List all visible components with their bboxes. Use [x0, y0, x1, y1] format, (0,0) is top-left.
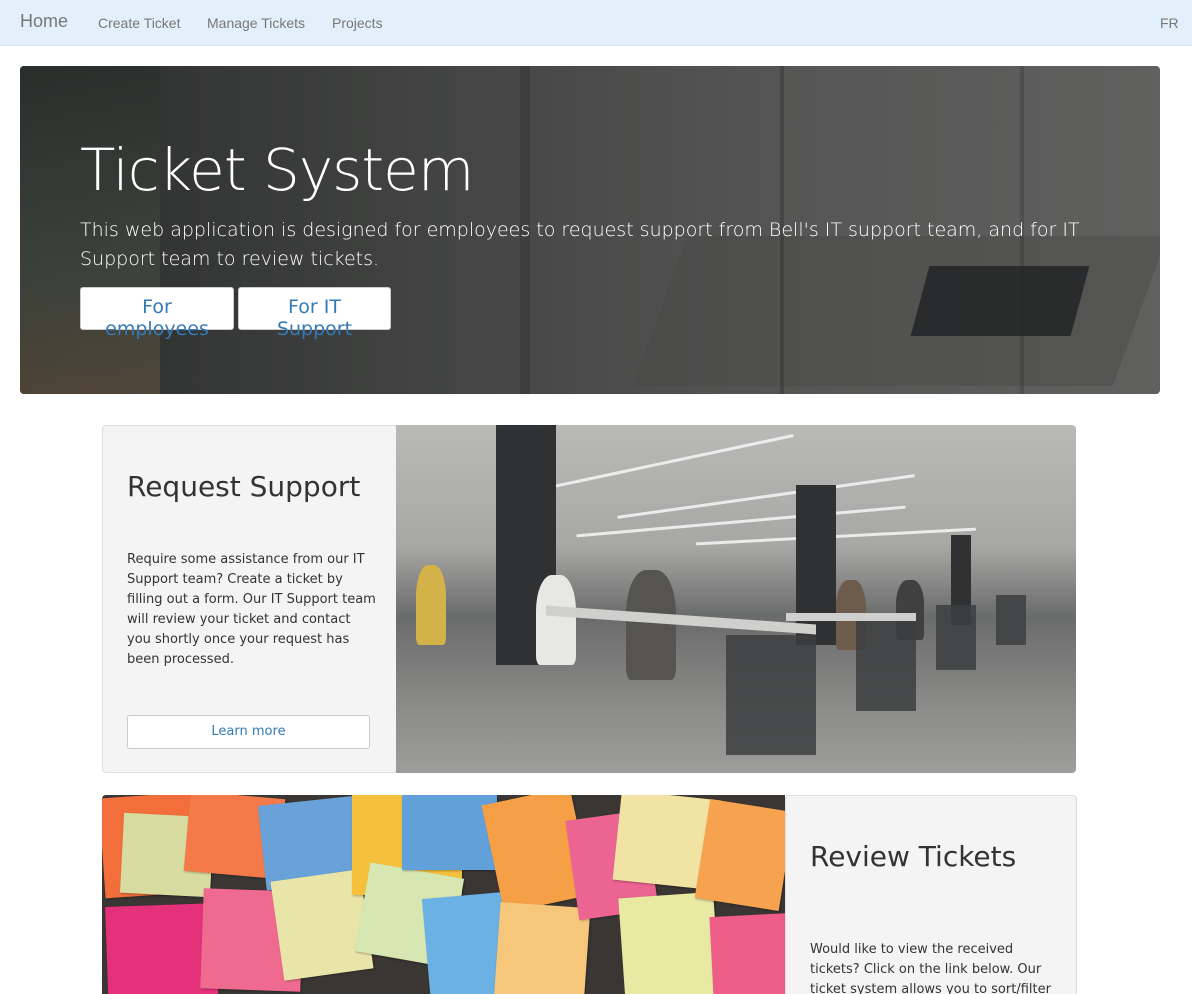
card-title: Request Support — [127, 470, 361, 503]
for-employees-button[interactable]: For employees — [80, 287, 234, 340]
nav-manage-tickets[interactable]: Manage Tickets — [207, 15, 305, 31]
request-support-card: Request Support Require some assistance … — [102, 425, 397, 773]
hero-title: Ticket System — [80, 136, 474, 204]
hero-description: This web application is designed for emp… — [80, 219, 1080, 270]
nav-create-ticket[interactable]: Create Ticket — [98, 15, 180, 31]
navbar: Home Create Ticket Manage Tickets Projec… — [0, 0, 1192, 46]
nav-projects[interactable]: Projects — [332, 15, 383, 31]
nav-home-link[interactable]: Home — [20, 11, 68, 32]
review-tickets-card: Review Tickets Would like to view the re… — [785, 795, 1077, 994]
card-description: Would like to view the received tickets?… — [810, 942, 1051, 994]
card-title: Review Tickets — [810, 840, 1017, 873]
hero-jumbotron: Ticket System This web application is de… — [20, 66, 1160, 394]
language-toggle[interactable]: FR — [1160, 15, 1179, 31]
learn-more-button[interactable]: Learn more — [127, 715, 370, 749]
card-description: Require some assistance from our IT Supp… — [127, 552, 376, 667]
office-photo — [396, 425, 1076, 773]
for-it-support-button[interactable]: For IT Support — [238, 287, 391, 340]
sticky-notes-photo — [102, 795, 785, 994]
